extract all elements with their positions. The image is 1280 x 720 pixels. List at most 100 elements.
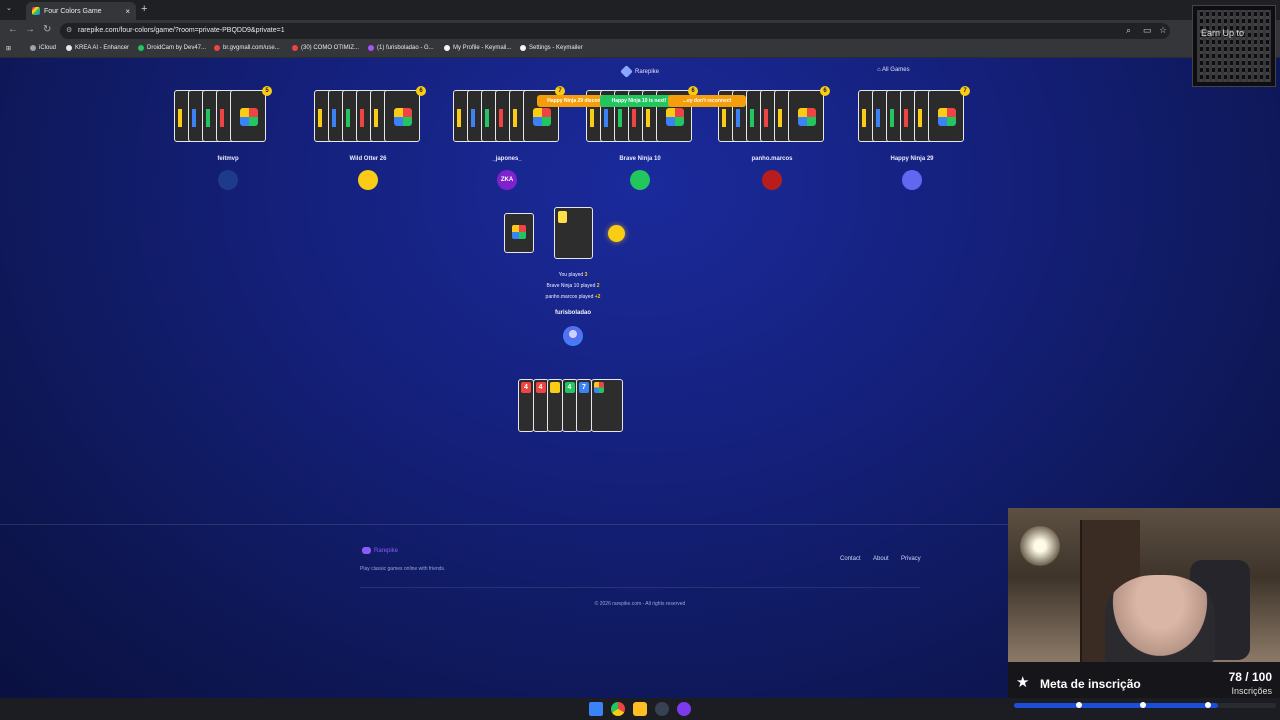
new-tab-button[interactable]: + [141, 3, 147, 15]
file-explorer-icon[interactable] [633, 702, 647, 716]
opponent-card-face [230, 90, 266, 142]
card-color-strip [332, 109, 336, 127]
opponent-card-face [928, 90, 964, 142]
card-color-strip [360, 109, 364, 127]
card-count-badge: 5 [262, 86, 272, 96]
goal-count: 78 / 100 [1228, 670, 1272, 684]
bookmark-icon [444, 45, 450, 51]
bookmark-item[interactable]: Settings - Keymailer [520, 45, 583, 51]
opponent-avatar [762, 170, 782, 190]
bookmark-icon [66, 45, 72, 51]
four-colors-logo-icon [798, 108, 816, 126]
card-color-strip [192, 109, 196, 127]
card-color-strip [457, 109, 461, 127]
card-color-strip [904, 109, 908, 127]
footer-divider [360, 587, 920, 588]
card-color-strip [206, 109, 210, 127]
star-icon: ★ [1016, 674, 1030, 691]
opponent-name: Brave Ninja 10 [619, 156, 661, 162]
bookmark-item[interactable]: br.gvgmall.com/use... [214, 45, 280, 51]
apps-grid-icon[interactable]: ⊞ [6, 45, 11, 52]
tab-close-icon[interactable]: × [125, 7, 130, 16]
card-value: 7 [579, 382, 589, 393]
my-hand-card[interactable] [590, 379, 623, 432]
obs-icon[interactable] [655, 702, 669, 716]
opponent-player: 6 Wild Otter 26 [308, 86, 428, 190]
card-color-strip [346, 109, 350, 127]
card-color-strip [471, 109, 475, 127]
card-count-badge: 7 [960, 86, 970, 96]
bookmark-item[interactable]: DroidCam by Dev47... [138, 45, 206, 51]
forward-icon[interactable]: → [25, 24, 35, 35]
site-nav: Rarepike ⌂ All Games [0, 58, 1280, 84]
my-hand: 4447 [518, 379, 629, 432]
footer-brand[interactable]: Rarepike [362, 547, 398, 554]
footer-link-about[interactable]: About [873, 556, 889, 562]
rarepike-logo-icon [620, 65, 633, 78]
bookmark-item[interactable]: KREA AI - Enhancer [66, 45, 129, 51]
discord-icon[interactable] [677, 702, 691, 716]
current-color-indicator [608, 225, 625, 242]
brand-link[interactable]: Rarepike [620, 65, 659, 78]
my-hand-card[interactable]: 4 [518, 379, 534, 432]
card-value [550, 382, 560, 393]
address-bar-row: ← → ↻ ⚙ rarepike.com/four-colors/game/?r… [0, 20, 1280, 42]
card-color-strip [890, 109, 894, 127]
bookmark-item[interactable]: My Profile - Keymail... [444, 45, 511, 51]
bookmark-icon [138, 45, 144, 51]
card-color-strip [374, 109, 378, 127]
back-icon[interactable]: ← [8, 24, 18, 35]
opponent-player: 5 feitmvp [168, 86, 288, 190]
card-color-strip [862, 109, 866, 127]
card-color-strip [646, 109, 650, 127]
all-games-link[interactable]: ⌂ All Games [877, 67, 910, 73]
goal-milestone [1076, 702, 1082, 708]
card-color-strip [876, 109, 880, 127]
card-color-strip [485, 109, 489, 127]
site-info-icon[interactable]: ⚙ [66, 23, 72, 39]
footer-link-privacy[interactable]: Privacy [901, 556, 921, 562]
bookmark-star-icon[interactable]: ☆ [1159, 25, 1167, 36]
bookmark-icon [214, 45, 220, 51]
goal-label: Inscrições [1231, 686, 1272, 696]
gamepad-icon [362, 547, 371, 554]
favicon-icon [32, 7, 40, 15]
chrome-icon[interactable] [611, 702, 625, 716]
opponent-hand: 6 [308, 86, 428, 142]
cast-icon[interactable]: ▭ [1143, 25, 1152, 36]
opponent-name: Wild Otter 26 [349, 156, 387, 162]
play-log-entry: You played 3 [558, 272, 588, 278]
my-hand-card[interactable]: 7 [576, 379, 592, 432]
bookmark-item[interactable]: (1) furisboladao - G... [368, 45, 434, 51]
card-color-strip [764, 109, 768, 127]
card-color-strip [736, 109, 740, 127]
url-input[interactable]: ⚙ rarepike.com/four-colors/game/?room=pr… [60, 23, 1170, 39]
bookmark-item[interactable]: (30) COMO OTIMIZ... [292, 45, 359, 51]
card-color-strip [750, 109, 754, 127]
tab-four-colors[interactable]: Four Colors Game × [26, 2, 136, 20]
my-hand-card[interactable] [547, 379, 563, 432]
zoom-icon[interactable]: ⌕ [1126, 25, 1131, 36]
reload-icon[interactable]: ↻ [43, 24, 51, 35]
card-color-strip [778, 109, 782, 127]
four-colors-logo-icon [394, 108, 412, 126]
opponent-avatar [630, 170, 650, 190]
goal-title: Meta de inscrição [1040, 677, 1141, 691]
tab-title: Four Colors Game [44, 7, 102, 15]
draw-pile[interactable] [504, 213, 534, 253]
start-icon[interactable] [589, 702, 603, 716]
footer-link-contact[interactable]: Contact [840, 556, 861, 562]
tab-search-icon[interactable]: ⌄ [6, 4, 12, 12]
play-log-entry: panho.marcos played +2 [545, 294, 601, 300]
card-count-badge: 6 [416, 86, 426, 96]
toast-notification: ...ey don't reconnect [668, 95, 746, 107]
four-colors-logo-icon [512, 225, 526, 239]
discard-color-corner [558, 211, 567, 223]
card-color-strip [918, 109, 922, 127]
card-color-strip [722, 109, 726, 127]
url-text: rarepike.com/four-colors/game/?room=priv… [78, 27, 285, 34]
bookmark-item[interactable]: iCloud [30, 45, 56, 51]
discard-pile [554, 207, 593, 259]
card-color-strip [618, 109, 622, 127]
copyright: © 2026 rarepike.com - All rights reserve… [594, 601, 686, 607]
